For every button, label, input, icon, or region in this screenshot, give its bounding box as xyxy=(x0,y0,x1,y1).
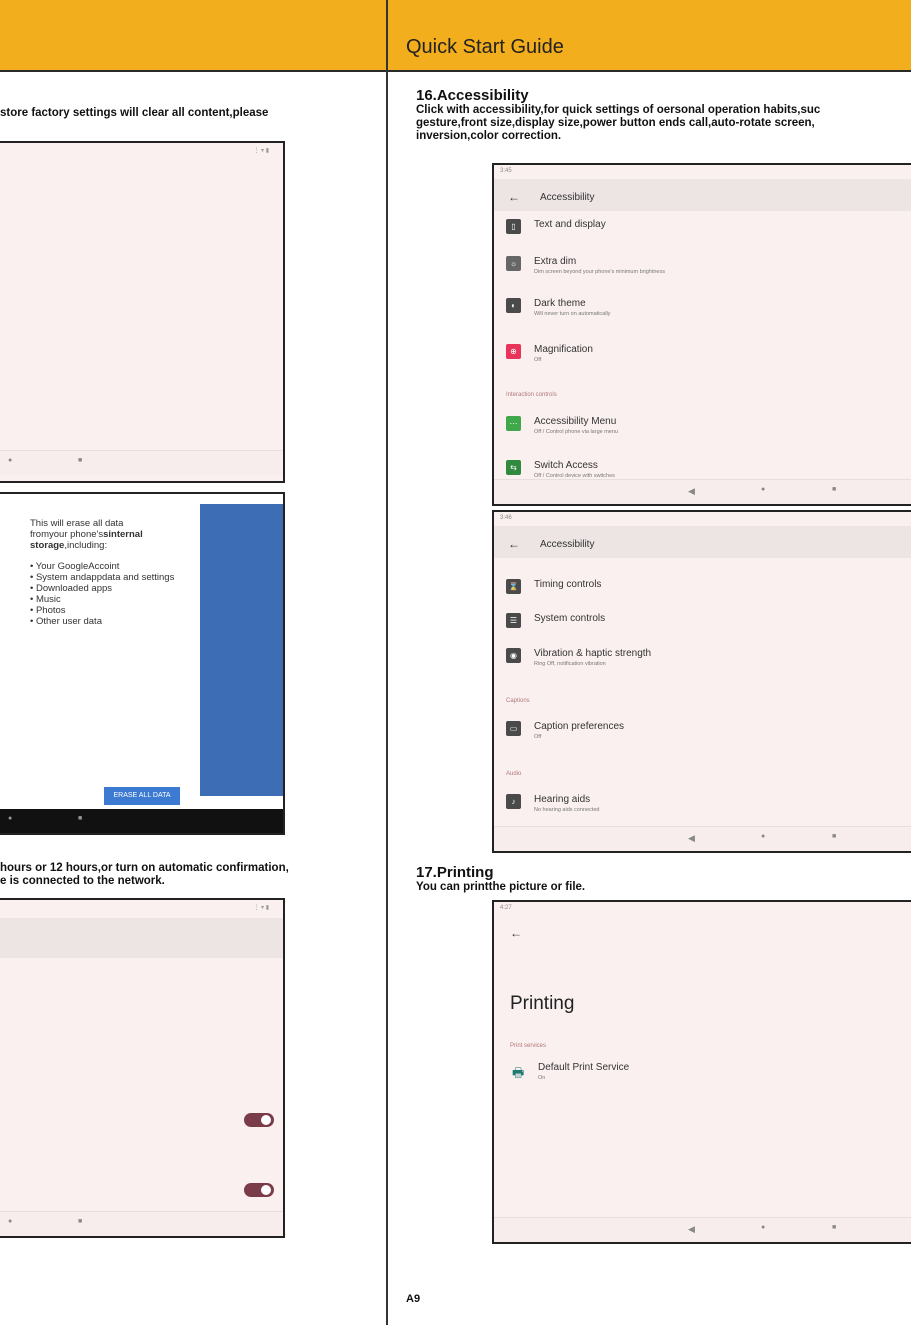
recent-apps-icon[interactable]: ■ xyxy=(832,833,836,840)
text-display-icon: ▯ xyxy=(506,219,521,234)
back-arrow-icon[interactable]: ← xyxy=(510,926,522,940)
home-icon[interactable]: ● xyxy=(761,833,765,840)
status-icons: ⋮ ▾ ▮ xyxy=(253,905,269,911)
recent-apps-icon[interactable]: ■ xyxy=(78,457,82,464)
s16-paragraph: Click with accessibility,for quick setti… xyxy=(416,104,821,142)
nav-bar: ● ■ xyxy=(0,450,283,475)
right-header-title: Quick Start Guide xyxy=(406,36,564,58)
dark-theme-icon: ◐ xyxy=(506,298,521,313)
hearing-aid-icon: ♪ xyxy=(506,794,521,809)
accessibility-menu-icon: ⋯ xyxy=(506,416,521,431)
erase-bullet: • Music xyxy=(30,594,61,605)
top-bar xyxy=(0,918,283,958)
erase-intro-1: This will erase all data xyxy=(30,518,124,529)
erase-bullet: • Photos xyxy=(30,605,66,616)
section-captions: Captions xyxy=(506,698,530,704)
vibration-icon: ◉ xyxy=(506,648,521,663)
nav-bar: ● ■ xyxy=(0,1211,283,1236)
left-top-text: store factory settings will clear all co… xyxy=(0,107,269,119)
left-screenshot-1: ⋮ ▾ ▮ ● ■ xyxy=(0,141,285,483)
section-print-services: Print services xyxy=(510,1043,547,1049)
status-time: 3:46 xyxy=(500,515,512,521)
s16-heading: 16.Accessibility xyxy=(416,87,529,104)
nav-bar: ◀ ● ■ xyxy=(494,826,911,851)
home-icon[interactable]: ● xyxy=(8,1218,12,1225)
erase-bullet: • Downloaded apps xyxy=(30,583,113,594)
app-bar-title: Accessibility xyxy=(540,192,595,203)
right-header-bar: Quick Start Guide xyxy=(388,0,911,72)
page-divider xyxy=(386,0,388,1325)
s17-paragraph: You can printthe picture or file. xyxy=(416,881,586,893)
section-interaction-controls: Interaction controls xyxy=(506,392,557,398)
recent-apps-icon[interactable]: ■ xyxy=(832,486,836,493)
blue-side-panel xyxy=(200,504,283,796)
printer-icon: 🖶 xyxy=(512,1065,525,1080)
nav-bar: ◀ ● ■ xyxy=(494,479,911,504)
status-icons: ⋮ ▾ ▮ xyxy=(253,148,269,154)
erase-bullet: • System andappdata and settings xyxy=(30,572,175,583)
timing-icon: ⌛ xyxy=(506,579,521,594)
black-nav-bar: ● ■ xyxy=(0,809,283,833)
recent-apps-icon[interactable]: ■ xyxy=(832,1224,836,1231)
nav-bar: ◀ ● ■ xyxy=(494,1217,911,1242)
default-print-service-item[interactable]: 🖶 Default Print Service On xyxy=(510,1062,710,1092)
recent-apps-icon[interactable]: ■ xyxy=(78,815,82,822)
back-icon[interactable]: ◀ xyxy=(688,1224,695,1235)
erase-bullet: • Other user data xyxy=(30,616,102,627)
app-bar: ← Accessibility xyxy=(494,179,911,211)
automatic-toggle[interactable] xyxy=(244,1113,274,1127)
section-audio: Audio xyxy=(506,771,522,777)
home-icon[interactable]: ● xyxy=(761,1224,765,1231)
left-mid-text: hours or 12 hours,or turn on automatic c… xyxy=(0,862,289,887)
back-arrow-icon[interactable]: ← xyxy=(508,537,520,551)
back-icon[interactable]: ◀ xyxy=(688,833,695,844)
status-time: 3:45 xyxy=(500,168,512,174)
switch-access-icon: ⇆ xyxy=(506,460,521,475)
printing-screenshot: 4:27 ← Printing Print services 🖶 Default… xyxy=(492,900,911,1244)
home-icon[interactable]: ● xyxy=(8,815,12,822)
app-bar-title: Accessibility xyxy=(540,539,595,550)
left-header-bar xyxy=(0,0,386,72)
erase-description: This will erase all data fromyour phone'… xyxy=(30,518,190,627)
app-bar: ← Accessibility xyxy=(494,526,911,558)
accessibility-screenshot-1: 3:45 ← Accessibility ▯ Text and display … xyxy=(492,163,911,506)
left-screenshot-erase: This will erase all data fromyour phone'… xyxy=(0,492,285,835)
erase-all-data-button[interactable]: ERASE ALL DATA xyxy=(104,787,180,805)
erase-bullet: • Your GoogleAccoint xyxy=(30,561,120,572)
accessibility-screenshot-2: 3:46 ← Accessibility ⌛ Timing controls ☰… xyxy=(492,510,911,853)
service-sub: On xyxy=(538,1075,546,1081)
extra-dim-icon: ☼ xyxy=(506,256,521,271)
back-icon[interactable]: ◀ xyxy=(688,486,695,497)
home-icon[interactable]: ● xyxy=(8,457,12,464)
home-icon[interactable]: ● xyxy=(761,486,765,493)
caption-icon: ▭ xyxy=(506,721,521,736)
recent-apps-icon[interactable]: ■ xyxy=(78,1218,82,1225)
back-arrow-icon[interactable]: ← xyxy=(508,190,520,204)
service-title: Default Print Service xyxy=(538,1062,630,1073)
status-time: 4:27 xyxy=(500,905,512,911)
erase-intro-2: fromyour phone'ssinternal storage,includ… xyxy=(30,529,143,551)
network-toggle[interactable] xyxy=(244,1183,274,1197)
magnification-icon: ⊕ xyxy=(506,344,521,359)
left-screenshot-3: ⋮ ▾ ▮ ● ■ xyxy=(0,898,285,1238)
printing-title: Printing xyxy=(510,993,575,1014)
system-controls-icon: ☰ xyxy=(506,613,521,628)
s17-heading: 17.Printing xyxy=(416,864,494,881)
page-number: A9 xyxy=(406,1293,421,1305)
